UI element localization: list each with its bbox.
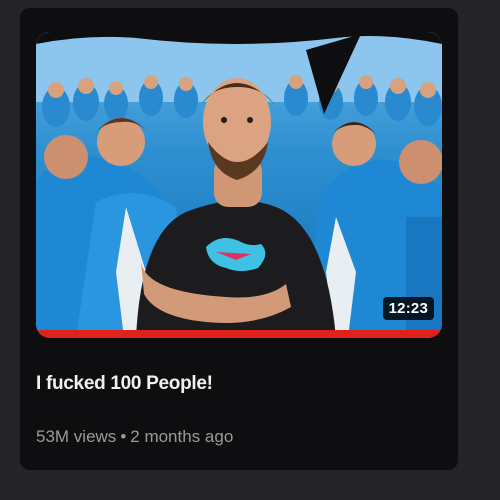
thumbnail-image xyxy=(36,32,442,338)
video-thumbnail[interactable]: 12:23 xyxy=(36,32,442,338)
duration-badge: 12:23 xyxy=(382,297,434,320)
video-metadata: 53M views • 2 months ago xyxy=(36,426,442,448)
video-title[interactable]: I fucked 100 People! xyxy=(36,372,442,396)
video-card[interactable]: 12:23 I fucked 100 People! 53M views • 2 m… xyxy=(36,32,442,448)
watch-progress-bar xyxy=(36,330,442,338)
meta-separator: • xyxy=(120,427,127,446)
watch-progress-fill xyxy=(36,330,442,338)
view-count: 53M views xyxy=(36,427,117,446)
upload-age: 2 months ago xyxy=(130,427,234,446)
